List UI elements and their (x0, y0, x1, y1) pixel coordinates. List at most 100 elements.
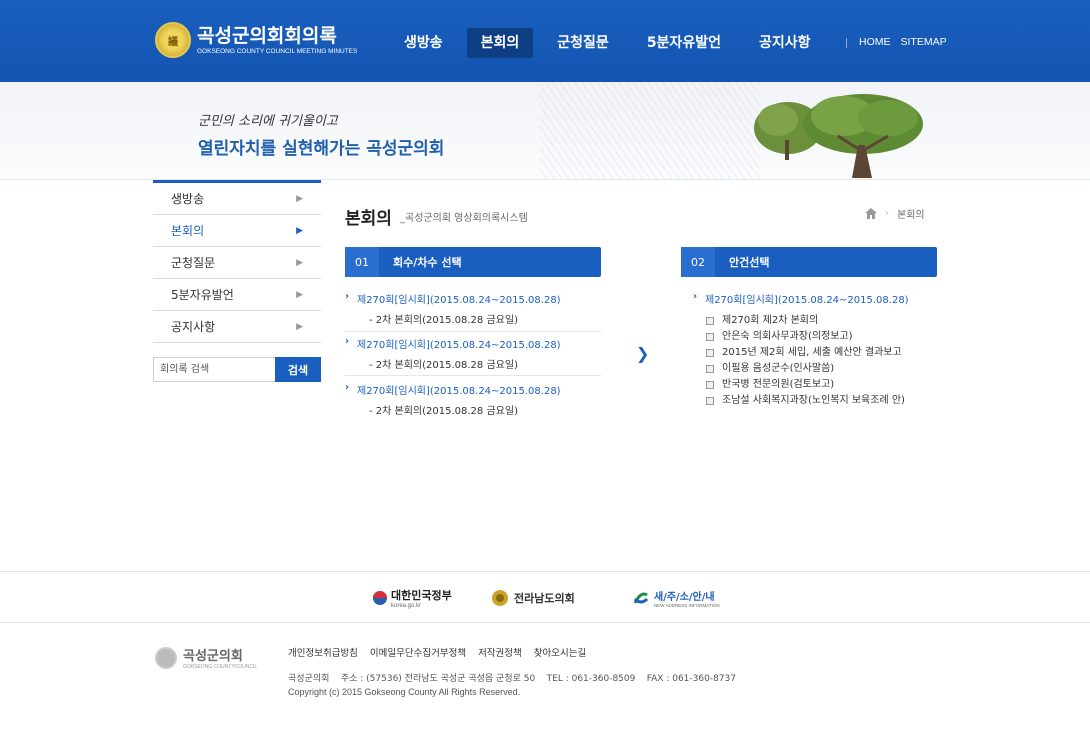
chevron-right-icon: ▶ (296, 258, 303, 268)
nav-live[interactable]: 생방송 (390, 28, 457, 58)
nav-five-minute-speech[interactable]: 5분자유발언 (633, 28, 735, 58)
agenda-item[interactable]: 반국병 전문의원(검토보고) (706, 377, 905, 393)
banner-korea-gov[interactable]: 대한민국정부 korea.go.kr (372, 586, 452, 610)
document-icon (706, 397, 714, 405)
utility-links: HOME SITEMAP (846, 36, 957, 48)
page-subtitle: _곡성군의회 영상회의록시스템 (400, 213, 528, 224)
step-number: 01 (345, 247, 379, 277)
document-icon (706, 349, 714, 357)
new-address-logo-icon (633, 592, 649, 604)
chevron-right-icon: ▶ (296, 194, 303, 204)
banner-label: 대한민국정부 (391, 589, 452, 602)
document-icon (706, 317, 714, 325)
footer-logo: 곡성군의회 GOKSEONG COUNTYCOUNCIL (155, 645, 257, 670)
privacy-policy-link[interactable]: 개인정보취급방침 (288, 645, 358, 659)
sidebar-item-label: 공지사항 (171, 320, 216, 334)
agenda-item[interactable]: 이필용 음성군수(인사말씀) (706, 361, 905, 377)
sidebar-item-plenary[interactable]: 본회의 ▶ (153, 215, 321, 247)
logo-title: 곡성군의회회의록 (197, 24, 337, 47)
session-item[interactable]: › 제270회[임시회](2015.08.24~2015.08.28) - 2차 … (345, 336, 601, 376)
step-number: 02 (681, 247, 715, 277)
step-label: 회수/차수 선택 (393, 256, 462, 269)
council-emblem-icon (155, 646, 177, 669)
footer-address: 곡성군의회 주소 : (57536) 전라남도 곡성군 곡성읍 군청로 50 T… (288, 674, 736, 684)
nav-plenary[interactable]: 본회의 (466, 28, 534, 58)
sidebar-item-label: 생방송 (171, 192, 205, 206)
banner-sub: korea.go.kr (391, 603, 422, 609)
agenda-item[interactable]: 제270회 제2차 본회의 (706, 313, 905, 329)
divider (846, 38, 847, 48)
home-icon[interactable] (865, 208, 877, 219)
session-select-header: 01 회수/차수 선택 (345, 247, 601, 277)
side-nav: 생방송 ▶ 본회의 ▶ 군청질문 ▶ 5분자유발언 ▶ 공지사항 ▶ (153, 180, 321, 343)
document-icon (706, 365, 714, 373)
decorative-pattern (540, 82, 760, 180)
chevron-right-icon: ▶ (296, 290, 303, 300)
chevron-right-icon: › (345, 336, 350, 347)
footer-logo-sub: GOKSEONG COUNTYCOUNCIL (183, 664, 258, 670)
document-icon (706, 381, 714, 389)
session-detail: - 2차 본회의(2015.08.28 금요일) (369, 360, 518, 371)
sidebar-item-label: 5분자유발언 (171, 288, 234, 302)
step-label: 안건선택 (729, 256, 770, 269)
agenda-select-header: 02 안건선택 (681, 247, 937, 277)
chevron-right-icon: ▶ (296, 226, 303, 236)
sidebar-item-five-minute-speech[interactable]: 5분자유발언 ▶ (153, 279, 321, 311)
chevron-right-icon: › (345, 382, 350, 393)
session-item[interactable]: › 제270회[임시회](2015.08.24~2015.08.28) - 2차 … (345, 291, 601, 332)
footer-copyright: Copyright (c) 2015 Gokseong County All R… (288, 687, 521, 697)
nav-notice[interactable]: 공지사항 (745, 28, 825, 58)
jeonnam-council-emblem-icon (492, 590, 508, 606)
header: 議 곡성군의회회의록 GOKSEONG COUNTY COUNCIL MEETI… (0, 0, 1090, 82)
chevron-right-icon: › (345, 291, 350, 302)
session-title: 제270회[임시회](2015.08.24~2015.08.28) (357, 386, 561, 397)
logo-subtitle: GOKSEONG COUNTY COUNCIL MEETING MINUTES (197, 47, 358, 55)
korea-gov-logo-icon (373, 591, 387, 605)
chevron-right-icon: ▶ (296, 322, 303, 332)
email-refusal-link[interactable]: 이메일무단수집거부정책 (370, 645, 466, 659)
banner-new-address[interactable]: 새/주/소/안/내 NEW ADDRESS INFORMATION (632, 586, 720, 610)
tree-illustration (754, 94, 923, 178)
sidebar-item-live[interactable]: 생방송 ▶ (153, 183, 321, 215)
session-item[interactable]: › 제270회[임시회](2015.08.24~2015.08.28) - 2차 … (345, 382, 601, 418)
directions-link[interactable]: 찾아오시는길 (534, 645, 586, 659)
document-icon (706, 333, 714, 341)
banner-jeonnam-council[interactable]: 전라남도의회 (491, 586, 575, 610)
page-title: 본회의 (345, 209, 392, 229)
banner-label: 새/주/소/안/내 (654, 592, 715, 603)
session-title: 제270회[임시회](2015.08.24~2015.08.28) (357, 295, 561, 306)
slogan-small: 군민의 소리에 귀기울이고 (198, 114, 338, 129)
council-emblem-icon: 議 (155, 22, 191, 58)
breadcrumb: › 본회의 (865, 206, 925, 221)
chevron-right-icon: › (693, 291, 698, 302)
sidebar-item-county-question[interactable]: 군청질문 ▶ (153, 247, 321, 279)
agenda-item[interactable]: 조남설 사회복지과장(노인복지 보육조례 안) (706, 393, 905, 409)
nav-county-question[interactable]: 군청질문 (543, 28, 623, 58)
copyright-policy-link[interactable]: 저작권정책 (478, 645, 522, 659)
agenda-item[interactable]: 안은숙 의회사무과장(의정보고) (706, 329, 905, 345)
footer-logo-title: 곡성군의회 (183, 649, 243, 664)
session-title: 제270회[임시회](2015.08.24~2015.08.28) (357, 340, 561, 351)
sidebar-item-label: 군청질문 (171, 256, 216, 270)
related-sites-banners: 대한민국정부 korea.go.kr 전라남도의회 새/주/소/안/내 NEW … (0, 571, 1090, 623)
slogan-main: 열린자치를 실현해가는 곡성군의회 (198, 139, 445, 159)
banner-sub: NEW ADDRESS INFORMATION (654, 603, 720, 608)
agenda-session-title: › 제270회[임시회](2015.08.24~2015.08.28) (693, 291, 909, 306)
site-logo[interactable]: 議 곡성군의회회의록 GOKSEONG COUNTY COUNCIL MEETI… (155, 22, 357, 58)
agenda-item[interactable]: 2015년 제2회 세입, 세출 예산안 결과보고 (706, 345, 905, 361)
sitemap-link[interactable]: SITEMAP (901, 36, 947, 48)
chevron-right-icon: › (885, 208, 889, 219)
chevron-right-icon: ❯ (636, 344, 650, 363)
home-link[interactable]: HOME (859, 36, 891, 48)
search-input[interactable] (153, 357, 275, 382)
agenda-list: 제270회 제2차 본회의 안은숙 의회사무과장(의정보고) 2015년 제2회… (706, 313, 905, 409)
breadcrumb-current: 본회의 (897, 210, 925, 221)
minutes-search: 검색 (153, 357, 321, 382)
session-detail: - 2차 본회의(2015.08.28 금요일) (369, 315, 518, 326)
banner-label: 전라남도의회 (514, 592, 575, 605)
session-detail: - 2차 본회의(2015.08.28 금요일) (369, 406, 518, 417)
footer-links: 개인정보취급방침 이메일무단수집거부정책 저작권정책 찾아오시는길 (288, 645, 598, 659)
sidebar-item-notice[interactable]: 공지사항 ▶ (153, 311, 321, 343)
visual-banner: 군민의 소리에 귀기울이고 열린자치를 실현해가는 곡성군의회 (0, 82, 1090, 180)
search-button[interactable]: 검색 (275, 357, 321, 382)
